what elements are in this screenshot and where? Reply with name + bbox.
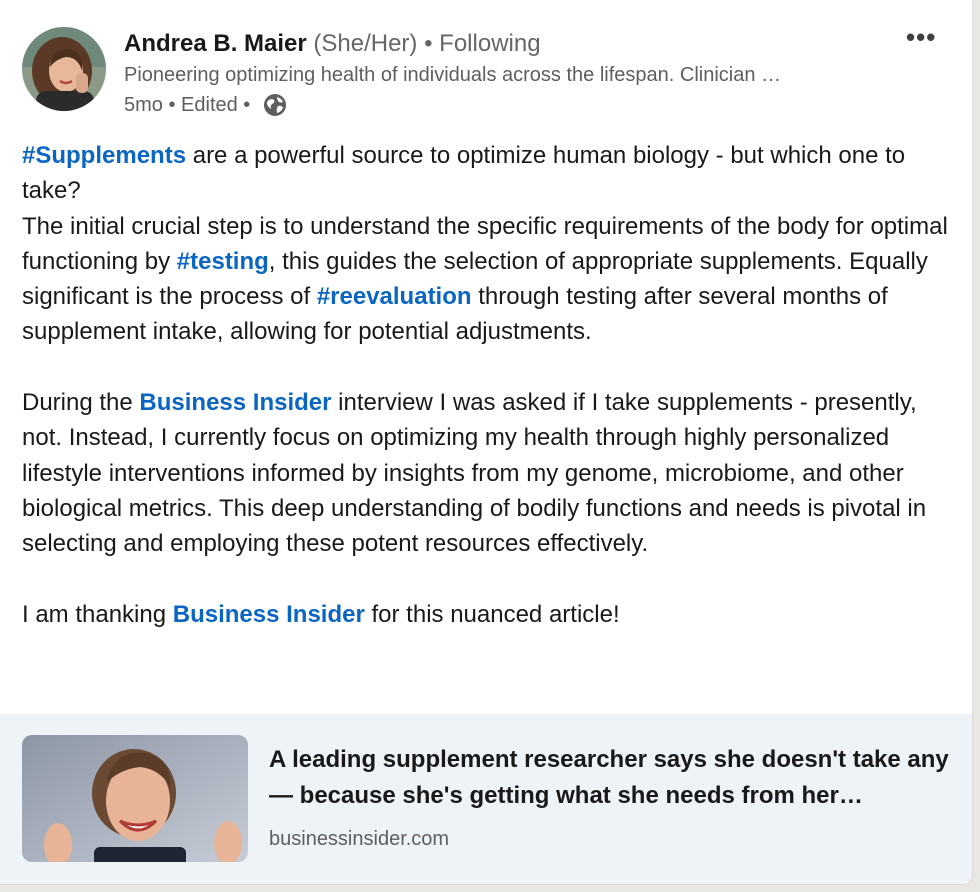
post-paragraph: #Supplements are a powerful source to op…	[22, 138, 952, 209]
more-options-button[interactable]: •••	[906, 22, 936, 53]
article-preview[interactable]: A leading supplement researcher says she…	[0, 714, 972, 884]
article-title[interactable]: A leading supplement researcher says she…	[269, 742, 949, 814]
post-paragraph: During the Business Insider interview I …	[22, 385, 952, 561]
post-body: #Supplements are a powerful source to op…	[22, 138, 952, 632]
post-time[interactable]: 5mo	[124, 94, 163, 117]
post-paragraph: I am thanking Business Insider for this …	[22, 597, 952, 632]
author-pronouns: (She/Her)	[313, 30, 418, 57]
hashtag-link[interactable]: #testing	[177, 248, 269, 275]
avatar-image	[22, 27, 106, 111]
author-headline: Pioneering optimizing health of individu…	[124, 64, 782, 86]
edited-label: Edited	[181, 93, 238, 116]
author-line: Andrea B. Maier (She/Her) • Following	[124, 30, 541, 58]
post-text: for this nuanced article!	[364, 600, 620, 628]
separator-dot: •	[237, 93, 251, 116]
post-paragraph: The initial crucial step is to understan…	[22, 209, 952, 350]
hashtag-link[interactable]: #reevaluation	[317, 283, 472, 310]
mention-link[interactable]: Business Insider	[139, 389, 331, 416]
post-text: I am thanking	[22, 600, 173, 628]
separator-dot: •	[424, 30, 433, 57]
post-meta: 5mo • Edited •	[124, 92, 288, 118]
follow-status[interactable]: Following	[439, 30, 540, 57]
mention-link[interactable]: Business Insider	[173, 601, 365, 628]
author-avatar[interactable]	[22, 27, 106, 111]
article-source: businessinsider.com	[269, 828, 450, 850]
post-text: During the	[22, 389, 140, 417]
hashtag-link[interactable]: #Supplements	[22, 142, 186, 169]
post-card: Andrea B. Maier (She/Her) • Following Pi…	[0, 0, 973, 885]
globe-icon	[262, 92, 288, 118]
separator-dot: •	[162, 93, 182, 116]
thumbnail-image	[22, 735, 248, 862]
author-name[interactable]: Andrea B. Maier	[124, 30, 307, 57]
article-thumbnail[interactable]	[22, 735, 248, 862]
